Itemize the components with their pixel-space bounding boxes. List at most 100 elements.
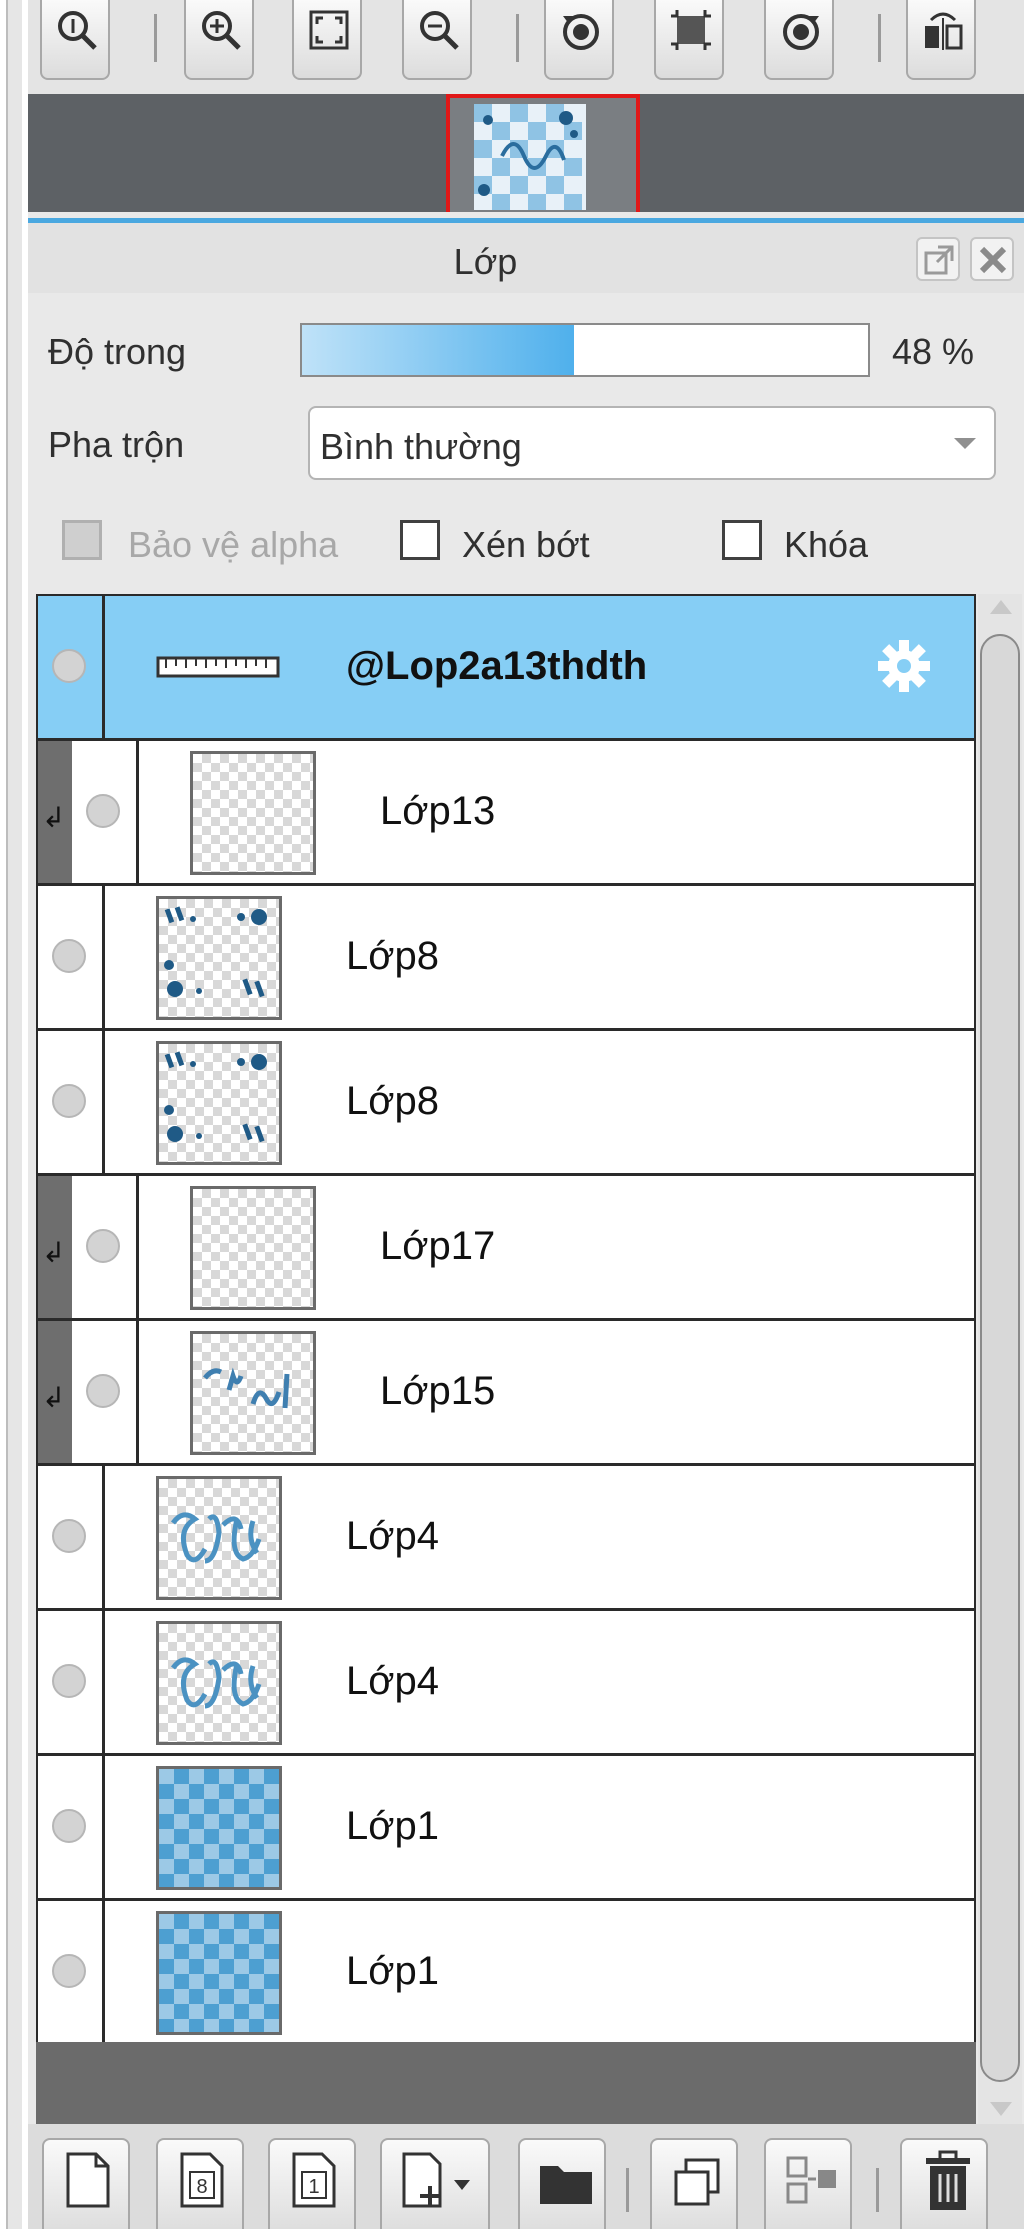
visibility-toggle[interactable] [86,1229,120,1263]
empty-layer-thumbnail [190,751,316,875]
flip-icon [925,12,963,50]
blend-label: Pha trộn [48,424,185,465]
layer-list-scrollbar[interactable] [978,594,1022,2124]
clip-checkbox[interactable] [400,520,440,560]
new-8bit-layer-label: 8 [196,2176,207,2198]
layer-list-empty-area [36,2042,976,2124]
layer-settings-icon[interactable] [874,636,934,701]
layer-name: Lớp17 [380,1224,496,1268]
duplicate-layer-icon [674,2158,720,2206]
layer-name: Lớp8 [346,1079,439,1123]
close-button[interactable] [970,237,1014,281]
clip-label: Xén bớt [462,524,590,565]
column-divider [102,1756,105,1898]
clip-arrow-icon: ↲ [42,801,66,834]
opacity-label: Độ trong [48,331,187,372]
left-edge-scrollbar[interactable] [6,0,22,2229]
layer-name: Lớp4 [346,1659,439,1703]
crop-button[interactable] [654,0,724,80]
zoom-in-icon [202,11,241,50]
new-1bit-layer-button[interactable]: 1 [268,2138,356,2229]
layer-name: Lớp1 [346,1949,439,1993]
new-1bit-layer-label: 1 [308,2176,319,2198]
column-divider [136,741,139,883]
visibility-toggle[interactable] [52,1809,86,1843]
visibility-toggle[interactable] [86,794,120,828]
add-layer-menu-icon [402,2152,470,2208]
visibility-toggle[interactable] [52,649,86,683]
protect-alpha-checkbox[interactable] [62,520,102,560]
zoom-in-button[interactable] [184,0,254,80]
rotate-left-button[interactable] [544,0,614,80]
layer-row[interactable]: ↲ Lớp15 [38,1321,974,1466]
column-divider [136,1176,139,1318]
visibility-toggle[interactable] [52,1664,86,1698]
popout-button[interactable] [916,237,960,281]
scroll-down-icon[interactable] [990,2102,1012,2116]
rotate-right-button[interactable] [764,0,834,80]
layer-name: Lớp15 [380,1369,496,1413]
flip-button[interactable] [906,0,976,80]
layer-panel: Lớp Độ trong 48 % Pha trộn Bình thường B… [28,0,1024,2229]
layer-row[interactable]: Lớp1 [38,1901,974,2046]
opacity-slider-fill [302,325,574,375]
new-folder-button[interactable] [518,2138,606,2229]
visibility-toggle[interactable] [52,1519,86,1553]
visibility-toggle[interactable] [86,1374,120,1408]
dots-layer-thumbnail [156,896,282,1020]
scrollbar-thumb[interactable] [980,634,1020,2082]
layer-row[interactable]: Lớp4 [38,1466,974,1611]
visibility-toggle[interactable] [52,1084,86,1118]
delete-layer-button[interactable] [900,2138,988,2229]
toolbar-separator [154,14,157,62]
column-divider [102,1901,105,2043]
fit-screen-icon [309,10,349,50]
layer-row[interactable]: Lớp4 [38,1611,974,1756]
canvas-preview [474,104,586,210]
layer-row[interactable]: ↲ Lớp17 [38,1176,974,1321]
view-toolbar [28,0,1024,94]
rotate-left-icon [563,14,599,50]
zoom-out-button[interactable] [402,0,472,80]
opacity-slider[interactable] [300,323,870,377]
toolbar-separator [876,2168,879,2212]
protect-alpha-label: Bảo vệ alpha [128,524,339,565]
duplicate-layer-button[interactable] [650,2138,738,2229]
strokes-layer-thumbnail [190,1331,316,1455]
layer-row[interactable]: Lớp1 [38,1756,974,1901]
layer-name: Lớp13 [380,789,496,833]
visibility-toggle[interactable] [52,1954,86,1988]
layer-row[interactable]: @Lop2a13thdth [38,596,974,741]
new-8bit-layer-icon: 8 [180,2152,224,2208]
add-layer-menu-button[interactable] [380,2138,490,2229]
new-8bit-layer-button[interactable]: 8 [156,2138,244,2229]
blend-mode-select[interactable]: Bình thường [308,406,996,480]
panel-title: Lớp [453,241,518,282]
column-divider [102,1611,105,1753]
popout-icon [924,245,954,275]
layer-list: @Lop2a13thdth ↲ Lớp13 Lớp8 Lớp8 ↲ Lớp17 ↲ Lớp15 L… [36,594,976,2046]
ruler-layer-thumbnail [156,652,282,682]
zoom-actual-button[interactable] [40,0,110,80]
fit-screen-button[interactable] [292,0,362,80]
opacity-value: 48 % [892,331,975,372]
navigator-thumbnail[interactable] [446,94,640,212]
merge-down-button[interactable] [764,2138,852,2229]
layer-row[interactable]: Lớp8 [38,1031,974,1176]
lock-checkbox[interactable] [722,520,762,560]
layer-row[interactable]: ↲ Lớp13 [38,741,974,886]
layer-name: Lớp8 [346,934,439,978]
rotate-right-icon [783,14,819,50]
visibility-toggle[interactable] [52,939,86,973]
new-layer-button[interactable] [42,2138,130,2229]
chevron-down-icon [954,438,976,449]
scroll-up-icon[interactable] [990,600,1012,614]
layer-toolbar: 8 1 [28,2124,1024,2229]
layer-row[interactable]: Lớp8 [38,886,974,1031]
blend-mode-value: Bình thường [320,426,522,467]
close-icon [979,246,1007,274]
panel-titlebar: Lớp [28,223,1024,293]
empty-layer-thumbnail [190,1186,316,1310]
dots-layer-thumbnail [156,1041,282,1165]
checker-layer-thumbnail [156,1766,282,1890]
